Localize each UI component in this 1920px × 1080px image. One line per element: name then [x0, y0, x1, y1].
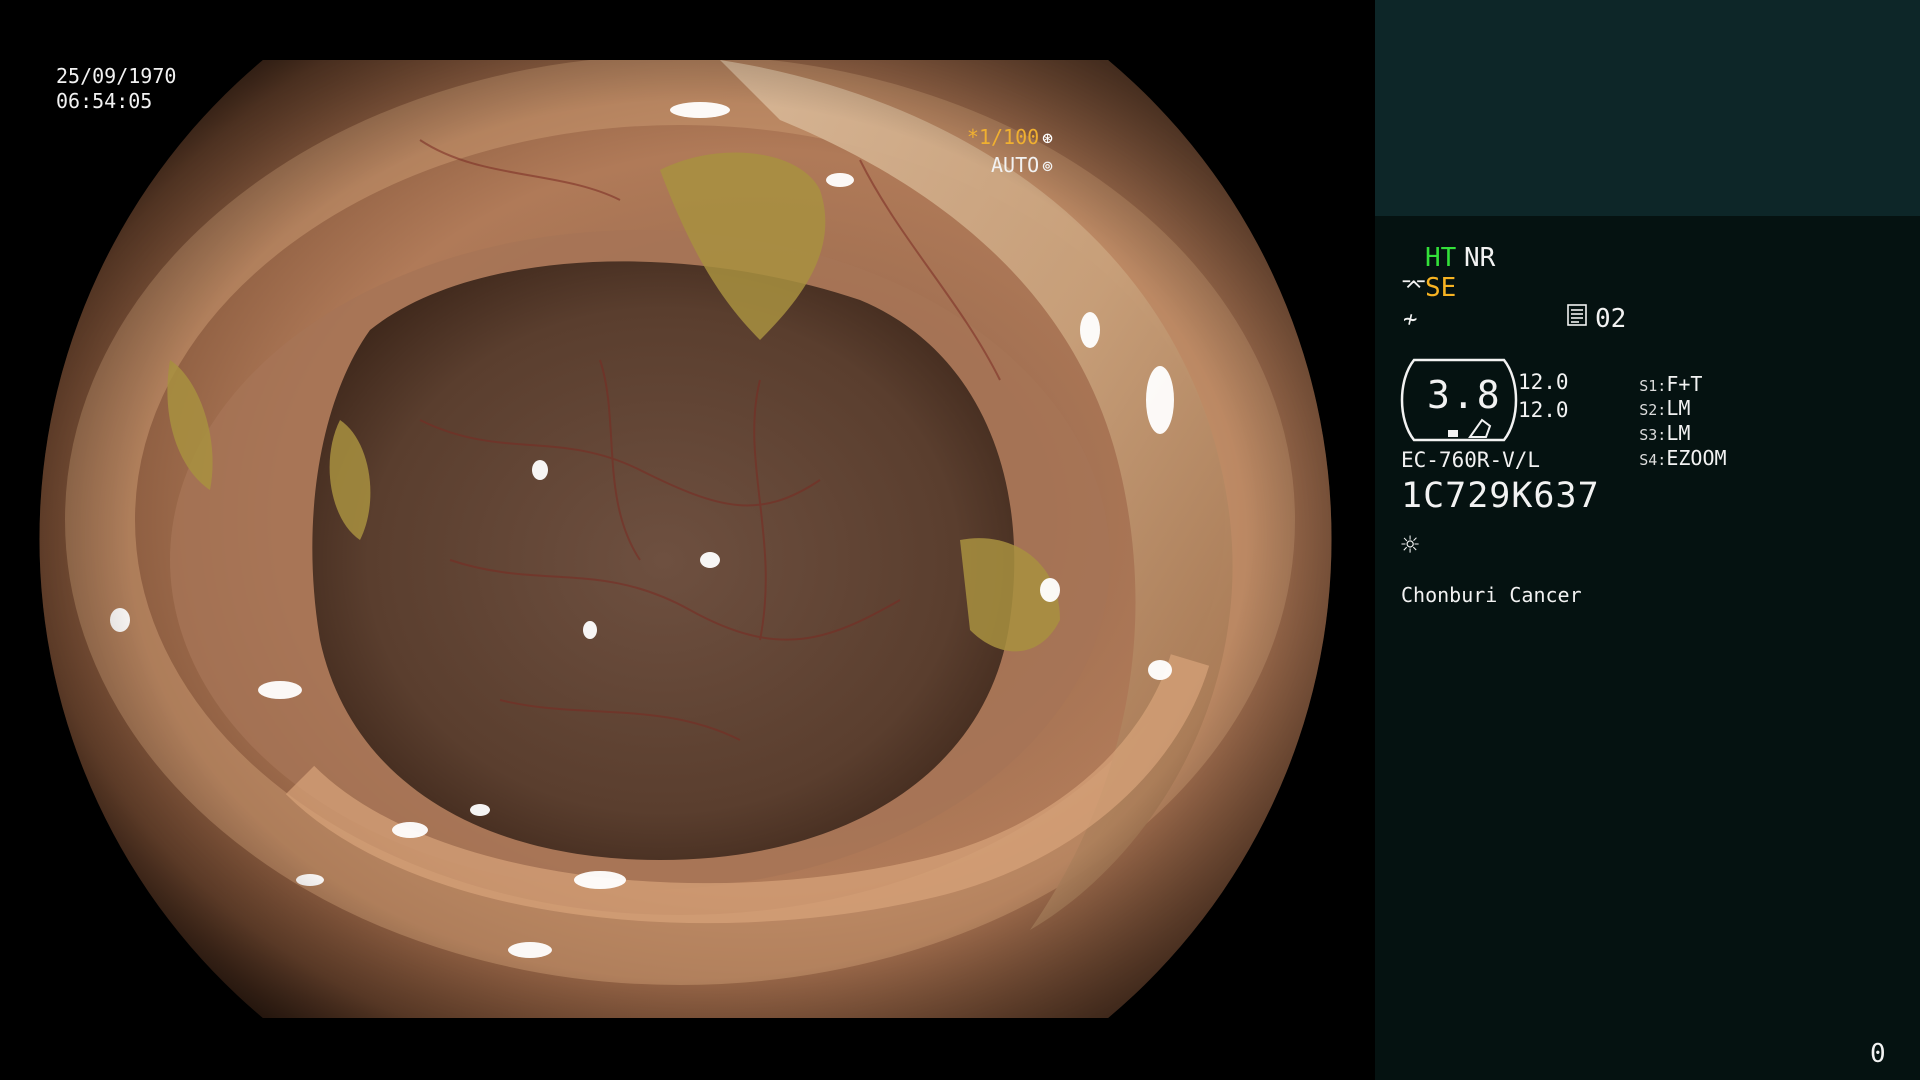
status-panel: HT NR ⌤ SE ≁ 02 3.8 12.0 12.0 S1:F+T S2:… — [1375, 0, 1920, 1080]
endoscopic-image — [39, 60, 1332, 1018]
endoscopy-monitor: 25/09/1970 06:54:05 *1/100 ⊛ AUTO ⊚ HT NR … — [0, 0, 1920, 1080]
image-counter: 0 — [1870, 1039, 1886, 1069]
document-icon — [1567, 304, 1587, 326]
sharpness-icon: ≁ — [1403, 305, 1418, 333]
exam-date: 25/09/1970 — [56, 64, 177, 88]
thumbnail-area — [1375, 0, 1920, 216]
structure-enhance-icon: ⌤ — [1401, 274, 1427, 299]
gauge-subvalue: 12.0 — [1518, 370, 1569, 394]
endoscopic-image-view: 25/09/1970 06:54:05 *1/100 ⊛ AUTO ⊚ — [0, 0, 1375, 1080]
se-mode-label: SE — [1425, 273, 1457, 303]
switch-key: S4: — [1639, 451, 1667, 469]
institution-name: Chonburi Cancer — [1401, 583, 1582, 607]
iris-mode-value: AUTO — [990, 153, 1040, 177]
switch-value: EZOOM — [1666, 446, 1727, 470]
light-source-icon: ☼ — [1401, 528, 1420, 563]
scope-model: EC-760R-V/L — [1401, 448, 1541, 472]
scope-serial: 1C729K637 — [1401, 476, 1600, 516]
ht-mode-label: HT — [1425, 243, 1457, 273]
iris-icon: ⊚ — [1042, 156, 1053, 177]
exam-time: 06:54:05 — [56, 89, 153, 113]
document-value: 02 — [1595, 304, 1627, 334]
iris-mode-indicator: AUTO ⊚ — [919, 126, 1053, 206]
gauge-value: 3.8 — [1427, 373, 1502, 417]
gauge-subvalue: 12.0 — [1518, 398, 1569, 422]
nr-mode-label: NR — [1464, 243, 1496, 273]
